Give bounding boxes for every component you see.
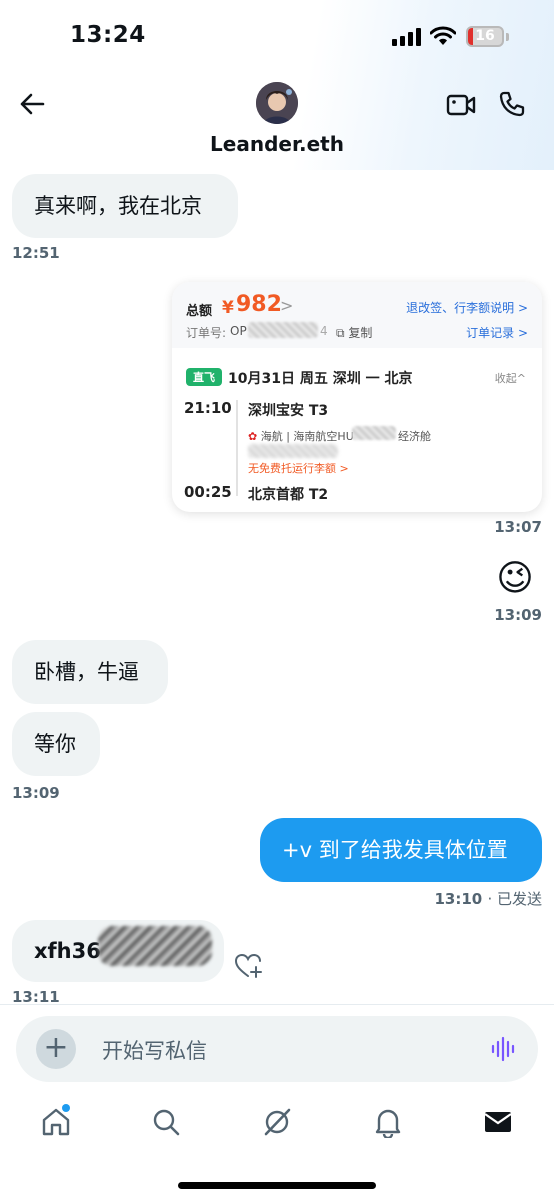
status-time: 13:24	[70, 22, 146, 48]
conversation-title[interactable]: Leander.eth	[0, 132, 554, 156]
message-bubble-received[interactable]: 等你	[12, 712, 100, 776]
notification-dot	[62, 1104, 70, 1112]
departure-airport: 深圳宝安 T3	[248, 403, 329, 419]
order-number-label: 订单号:	[186, 326, 227, 340]
message-timestamp: 13:09	[12, 784, 60, 802]
airline-text: 海航 | 海南航空HU	[260, 430, 354, 443]
search-icon[interactable]	[150, 1106, 182, 1138]
order-number-suffix: 4	[320, 324, 328, 338]
arrival-time: 00:25	[184, 483, 232, 501]
message-text: +v 到了给我发具体位置	[282, 838, 508, 862]
arrow-left-icon[interactable]	[18, 90, 46, 118]
total-label: 总额	[186, 304, 213, 319]
airline-info: ✿ 海航 | 海南航空HU	[248, 428, 354, 444]
battery-icon: 16	[466, 26, 504, 47]
flight-booking-card[interactable]: 总额 ¥ 982 > 退改签、行李额说明 > 订单号: OP 4 ⧉ 复制 订单…	[172, 282, 542, 512]
copy-label: 复制	[348, 326, 373, 340]
wifi-icon	[430, 26, 456, 45]
message-timestamp: 13:09	[494, 606, 542, 624]
message-timestamp: 13:10	[434, 890, 483, 908]
message-text: 等你	[34, 732, 76, 756]
plus-icon[interactable]: +	[36, 1029, 76, 1069]
avatar[interactable]	[256, 82, 298, 124]
chevron-right-icon: >	[280, 296, 294, 315]
delivery-status: · 已发送	[487, 890, 542, 908]
cabin-class: 经济舱	[398, 430, 431, 443]
battery-percentage: 16	[475, 28, 495, 44]
redacted-order-number	[248, 322, 318, 338]
message-status: 13:10 · 已发送	[300, 888, 542, 909]
status-bar: 13:24 16	[0, 0, 554, 70]
wink-emoji[interactable]: 😉	[494, 558, 536, 600]
message-input[interactable]: 开始写私信	[102, 1035, 207, 1065]
currency-symbol: ¥	[222, 298, 234, 318]
message-text: 真来啊，我在北京	[34, 194, 202, 218]
direct-flight-badge: 直飞	[186, 368, 222, 386]
message-bubble-sent[interactable]: +v 到了给我发具体位置	[260, 818, 542, 882]
video-camera-icon[interactable]	[446, 92, 476, 118]
mail-icon[interactable]	[482, 1106, 514, 1138]
message-bubble-received[interactable]: 真来啊，我在北京	[12, 174, 238, 238]
message-text: 卧槽，牛逼	[34, 660, 139, 684]
cellular-signal-icon	[392, 28, 422, 46]
bell-icon[interactable]	[372, 1106, 404, 1138]
heart-plus-icon[interactable]	[234, 952, 264, 980]
order-number-prefix: OP	[230, 324, 247, 338]
phone-icon[interactable]	[498, 90, 526, 118]
copy-button[interactable]: ⧉ 复制	[336, 324, 372, 341]
grok-icon[interactable]	[261, 1106, 293, 1138]
airline-logo-icon: ✿	[248, 430, 258, 443]
baggage-info[interactable]: 无免费托运行李额 >	[248, 460, 349, 476]
message-text: xfh36	[34, 939, 101, 963]
message-timestamp: 13:07	[494, 518, 542, 536]
flight-date-route: 10月31日 周五 深圳 一 北京	[228, 371, 413, 387]
order-record-link[interactable]: 订单记录 >	[466, 324, 528, 341]
policy-link[interactable]: 退改签、行李额说明 >	[406, 299, 528, 316]
redacted-text	[98, 926, 212, 966]
redacted-flight-number	[352, 426, 396, 440]
divider	[0, 1004, 554, 1005]
voice-wave-icon[interactable]	[490, 1036, 516, 1062]
message-timestamp: 12:51	[12, 244, 60, 262]
total-price: 982	[236, 292, 282, 317]
redacted-aircraft-info	[248, 444, 338, 458]
collapse-toggle[interactable]: 收起^	[495, 370, 526, 386]
arrival-airport: 北京首都 T2	[248, 487, 329, 503]
departure-time: 21:10	[184, 399, 232, 417]
home-indicator	[178, 1182, 376, 1189]
message-composer[interactable]: + 开始写私信	[16, 1016, 538, 1082]
message-bubble-received[interactable]: 卧槽，牛逼	[12, 640, 168, 704]
timeline-line	[236, 400, 238, 496]
battery-tip	[506, 33, 509, 41]
